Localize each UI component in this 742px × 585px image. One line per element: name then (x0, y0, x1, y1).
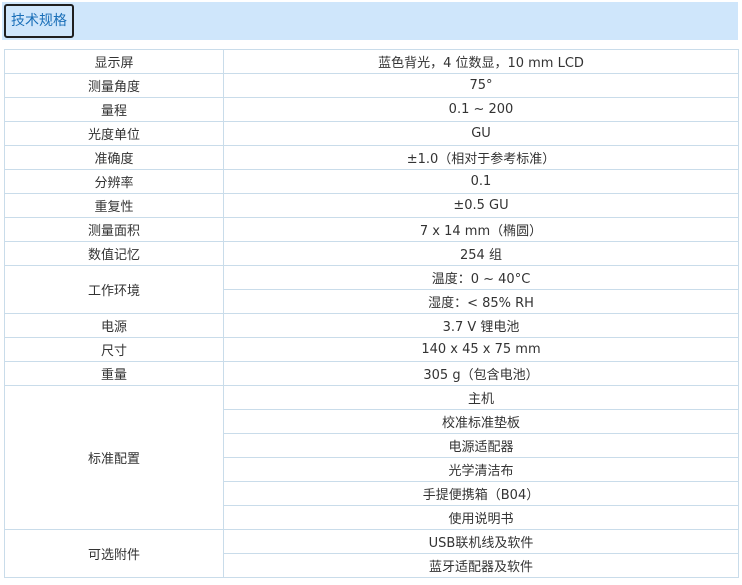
spec-value-cell: 75° (223, 73, 739, 98)
spec-row: 可选附件 USB联机线及软件 (4, 529, 739, 578)
spec-name-cell: 标准配置 (4, 385, 224, 530)
spec-row: 尺寸 140 x 45 x 75 mm (4, 337, 739, 362)
specifications-table: 显示屏 蓝色背光，4 位数显，10 mm LCD 测量角度 75° 量程 0.1 ~ 20… (4, 49, 739, 578)
spec-value-cell: 3.7 V 锂电池 (223, 313, 739, 338)
spec-value-cell: 主机 (223, 385, 739, 410)
spec-value-cell: 305 g（包含电池） (223, 361, 739, 386)
spec-name-cell: 重复性 (4, 193, 224, 218)
specifications-table-body: 显示屏 蓝色背光，4 位数显，10 mm LCD 测量角度 75° 量程 0.1 ~ 20… (4, 49, 739, 578)
spec-name-cell: 重量 (4, 361, 224, 386)
spec-value-cell: 蓝色背光，4 位数显，10 mm LCD (223, 49, 739, 74)
spec-value-cell: 电源适配器 (223, 433, 739, 458)
spec-name-cell: 光度单位 (4, 121, 224, 146)
spec-value-cell: 7 x 14 mm（椭圆） (223, 217, 739, 242)
spec-row: 数值记忆 254 组 (4, 241, 739, 266)
spec-value-cell: 温度：0 ~ 40°C (223, 265, 739, 290)
spec-name-cell: 数值记忆 (4, 241, 224, 266)
spec-row: 测量角度 75° (4, 73, 739, 98)
spec-row: 工作环境 温度：0 ~ 40°C (4, 265, 739, 314)
spec-name-cell: 可选附件 (4, 529, 224, 578)
spec-name-cell: 电源 (4, 313, 224, 338)
spec-value-cell: USB联机线及软件 (223, 529, 739, 554)
spec-value-cell: 手提便携箱（B04） (223, 481, 739, 506)
spec-row: 电源 3.7 V 锂电池 (4, 313, 739, 338)
spec-name-cell: 工作环境 (4, 265, 224, 314)
spec-name-cell: 测量面积 (4, 217, 224, 242)
spec-row: 分辨率 0.1 (4, 169, 739, 194)
spec-value-cell: 蓝牙适配器及软件 (223, 553, 739, 578)
spec-value-cell: 湿度：< 85% RH (223, 289, 739, 314)
spec-name-cell: 准确度 (4, 145, 224, 170)
spec-value-cell: 使用说明书 (223, 505, 739, 530)
spec-value-cell: 0.1 (223, 169, 739, 194)
spec-row: 标准配置 主机 (4, 385, 739, 530)
spec-value-cell: 光学清洁布 (223, 457, 739, 482)
spec-name-cell: 测量角度 (4, 73, 224, 98)
spec-row: 重复性 ±0.5 GU (4, 193, 739, 218)
spec-value-cell: 校准标准垫板 (223, 409, 739, 434)
spec-row: 显示屏 蓝色背光，4 位数显，10 mm LCD (4, 49, 739, 74)
tab-bar: 技术规格 (2, 2, 738, 40)
spec-name-cell: 分辨率 (4, 169, 224, 194)
tab-specifications[interactable]: 技术规格 (4, 4, 74, 38)
spec-value-cell: 0.1 ~ 200 (223, 97, 739, 122)
spec-value-cell: 254 组 (223, 241, 739, 266)
spec-value-cell: ±1.0（相对于参考标准） (223, 145, 739, 170)
spec-name-cell: 量程 (4, 97, 224, 122)
spec-name-cell: 尺寸 (4, 337, 224, 362)
spec-name-cell: 显示屏 (4, 49, 224, 74)
spec-row: 量程 0.1 ~ 200 (4, 97, 739, 122)
spec-value-cell: GU (223, 121, 739, 146)
spec-row: 重量 305 g（包含电池） (4, 361, 739, 386)
spec-value-cell: ±0.5 GU (223, 193, 739, 218)
spec-row: 准确度 ±1.0（相对于参考标准） (4, 145, 739, 170)
spec-row: 测量面积 7 x 14 mm（椭圆） (4, 217, 739, 242)
spec-row: 光度单位 GU (4, 121, 739, 146)
spec-value-cell: 140 x 45 x 75 mm (223, 337, 739, 362)
